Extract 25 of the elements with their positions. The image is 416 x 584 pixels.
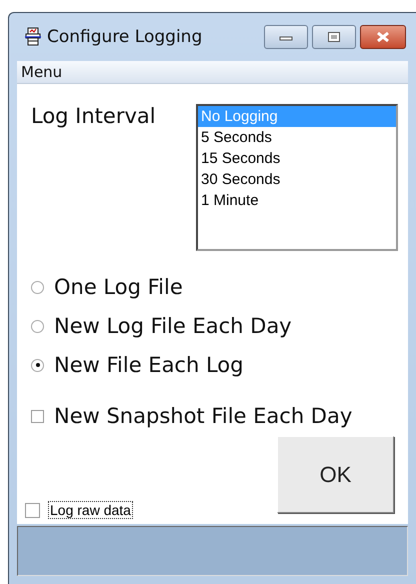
window-title: Configure Logging (47, 27, 204, 47)
checkbox-label: New Snapshot File Each Day (54, 404, 352, 428)
radio-button[interactable] (31, 358, 44, 372)
maximize-icon (327, 31, 341, 43)
app-icon (25, 27, 41, 47)
interval-listbox[interactable]: No Logging 5 Seconds 15 Seconds 30 Seconds 1 Minute (196, 104, 398, 251)
list-item[interactable]: 5 Seconds (198, 127, 396, 148)
minimize-button[interactable] (264, 25, 308, 49)
checkbox-label: Log raw data (48, 501, 133, 519)
list-item[interactable]: 30 Seconds (198, 169, 396, 190)
close-icon (375, 31, 391, 43)
checkbox[interactable] (25, 502, 40, 518)
menu-item[interactable]: Menu (17, 63, 62, 81)
checkbox[interactable] (31, 410, 44, 422)
log-interval-label: Log Interval (31, 104, 156, 130)
radio-button[interactable] (31, 320, 44, 332)
radio-label: New File Each Log (54, 353, 244, 377)
radio-label: One Log File (54, 275, 183, 299)
radio-button[interactable] (31, 280, 44, 294)
list-item[interactable]: 1 Minute (198, 190, 396, 211)
maximize-button[interactable] (312, 25, 356, 49)
list-item[interactable]: 15 Seconds (198, 148, 396, 169)
radio-label: New Log File Each Day (54, 314, 292, 338)
ok-button[interactable]: OK (277, 436, 394, 513)
close-button[interactable] (360, 25, 406, 49)
